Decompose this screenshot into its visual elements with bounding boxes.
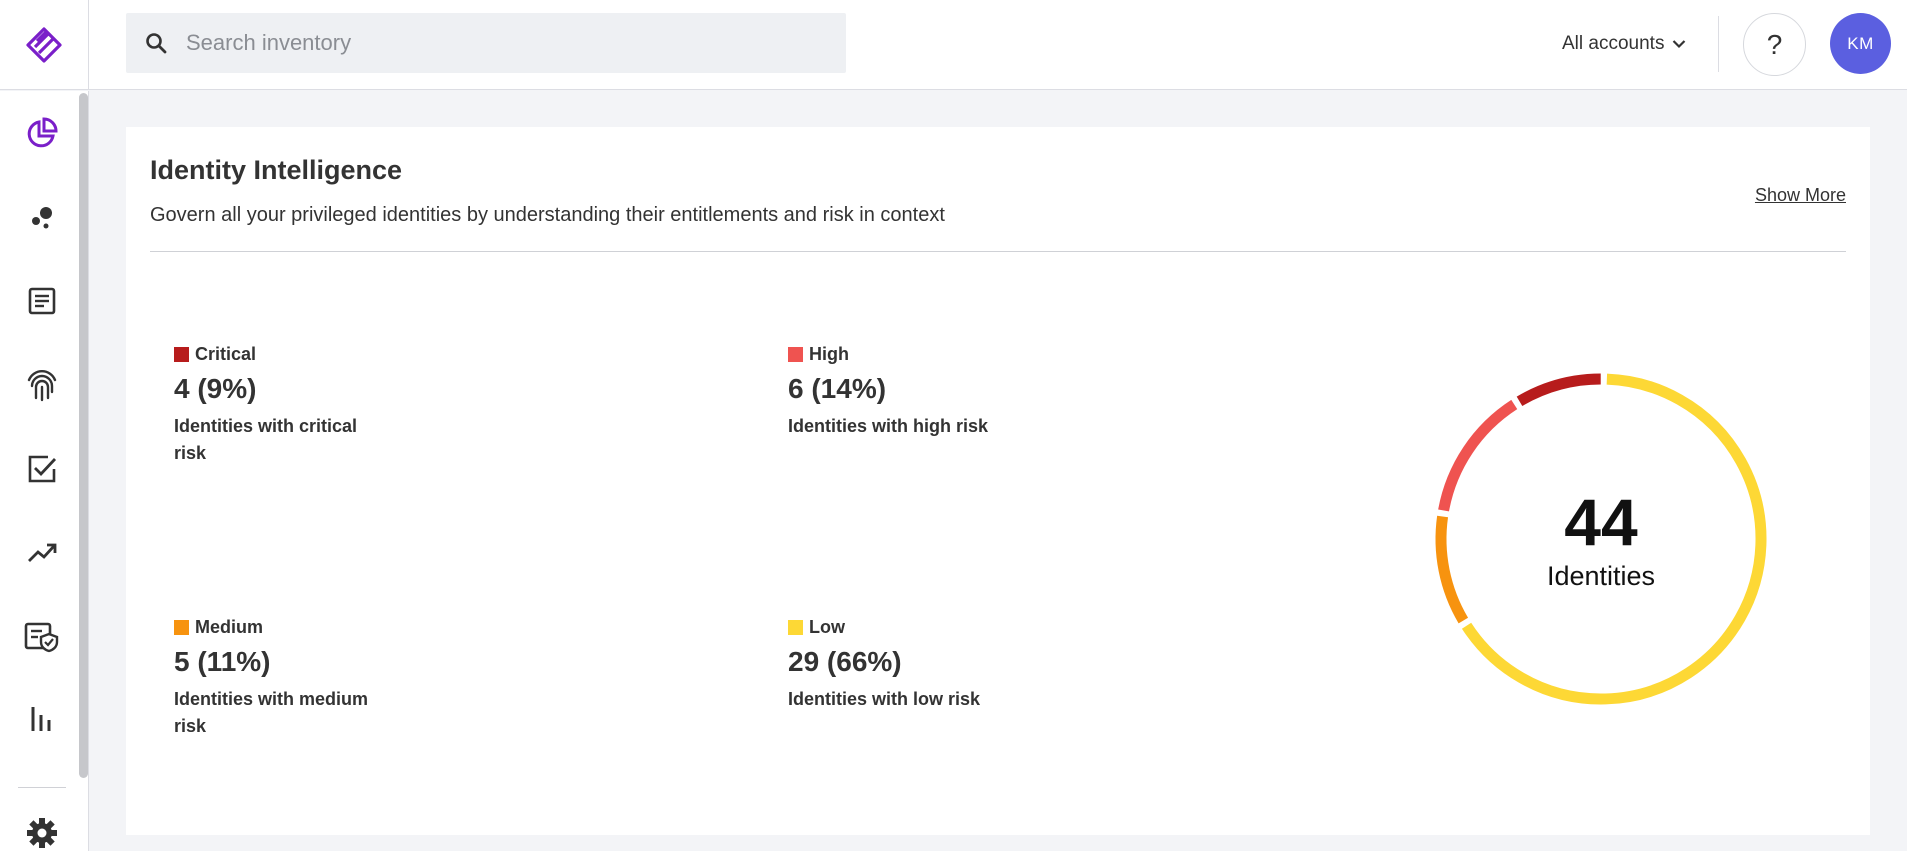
donut-center: 44 Identities	[1426, 364, 1776, 714]
dashboard-pie-icon	[27, 117, 58, 148]
sidebar-item-tasks[interactable]	[18, 445, 66, 493]
critical-value: 4 (9%)	[174, 373, 257, 404]
gear-icon	[27, 818, 57, 848]
chevron-down-icon	[1673, 40, 1686, 49]
critical-desc: Identities with critical risk	[174, 416, 358, 463]
sidebar-item-trends[interactable]	[18, 529, 66, 577]
donut-total: 44	[1564, 484, 1638, 559]
medium-desc: Identities with medium risk	[174, 689, 369, 736]
high-swatch	[788, 347, 803, 362]
medium-value: 5 (11%)	[174, 646, 271, 677]
risk-stat-critical: Critical 4 (9%) Identities with critical…	[174, 344, 434, 467]
avatar-initials: KM	[1847, 33, 1874, 53]
sidebar-item-graph[interactable]	[18, 193, 66, 241]
sidebar-scrollbar[interactable]	[79, 93, 88, 778]
medium-swatch	[174, 620, 189, 635]
donut-total-label: Identities	[1546, 560, 1656, 591]
high-value: 6 (14%)	[788, 373, 887, 404]
search-icon	[126, 32, 186, 54]
search-input[interactable]	[186, 30, 826, 56]
help-button[interactable]: ?	[1743, 13, 1806, 76]
accounts-dropdown[interactable]: All accounts	[1562, 30, 1686, 58]
logo-icon	[26, 27, 62, 63]
sidebar-item-reports[interactable]	[18, 695, 66, 743]
task-checkbox-icon	[28, 455, 57, 483]
low-label: Low	[809, 617, 845, 637]
high-label: High	[809, 344, 849, 364]
low-desc: Identities with low risk	[788, 689, 981, 709]
top-bar: All accounts ? KM	[0, 0, 1907, 90]
sidebar-item-identities[interactable]	[18, 361, 66, 409]
critical-label: Critical	[195, 344, 257, 364]
avatar[interactable]: KM	[1830, 13, 1891, 74]
sidebar-item-policies[interactable]	[18, 613, 66, 661]
search-bar[interactable]	[126, 13, 846, 73]
risk-stat-low: Low 29 (66%) Identities with low risk	[788, 617, 1048, 713]
graph-nodes-icon	[32, 207, 52, 229]
show-more-link[interactable]: Show More	[1755, 185, 1846, 206]
fingerprint-icon	[27, 370, 57, 402]
sidebar-item-dashboard[interactable]	[18, 109, 66, 157]
low-value: 29 (66%)	[788, 646, 902, 677]
document-list-icon	[28, 287, 56, 315]
sidebar-item-documents[interactable]	[18, 277, 66, 325]
help-icon: ?	[1766, 28, 1783, 60]
high-desc: Identities with high risk	[788, 416, 989, 436]
low-swatch	[788, 620, 803, 635]
bar-chart-icon	[31, 707, 51, 731]
accounts-dropdown-label: All accounts	[1562, 33, 1665, 54]
app-logo[interactable]	[0, 0, 89, 90]
risk-stat-medium: Medium 5 (11%) Identities with medium ri…	[174, 617, 434, 740]
sidebar-item-settings[interactable]	[18, 809, 66, 851]
header-divider	[1718, 16, 1719, 72]
trend-up-icon	[28, 543, 57, 562]
sidebar-divider	[18, 787, 66, 788]
card-subtitle: Govern all your privileged identities by…	[150, 204, 945, 226]
critical-swatch	[174, 347, 189, 362]
risk-stat-high: High 6 (14%) Identities with high risk	[788, 344, 1048, 440]
policy-shield-icon	[24, 622, 59, 653]
identity-intelligence-card: Identity Intelligence Govern all your pr…	[126, 127, 1870, 835]
card-divider	[150, 251, 1846, 252]
sidebar	[0, 91, 89, 851]
page-title: Identity Intelligence	[150, 155, 403, 185]
medium-label: Medium	[195, 617, 264, 637]
